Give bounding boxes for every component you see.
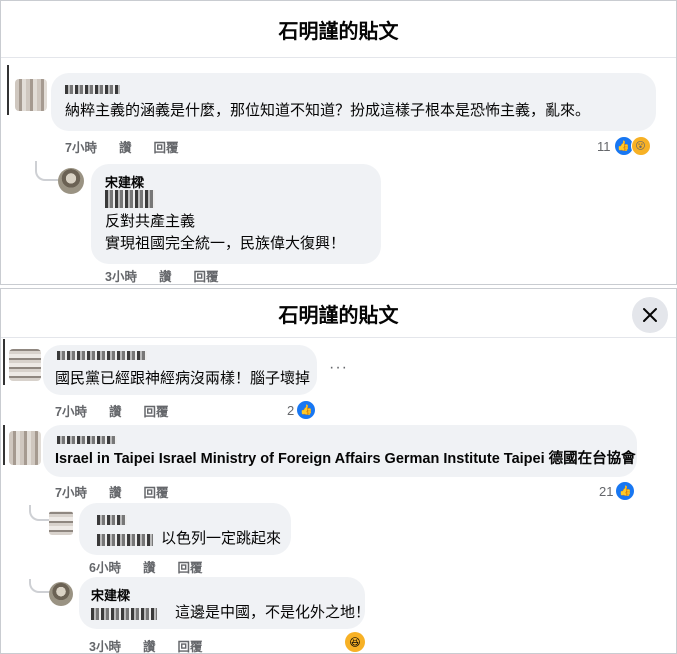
reaction-summary[interactable]: 2 👍 <box>287 400 317 420</box>
comment-bubble: 國民黨已經跟神經病沒兩樣！腦子壞掉 <box>43 345 317 395</box>
commenter-name[interactable]: 宋建樑 <box>105 172 144 191</box>
reaction-count: 11 <box>597 138 611 154</box>
comment-time[interactable]: 7小時 <box>55 401 87 420</box>
reply-text: 這邊是中國，不是化外之地！ <box>175 604 371 621</box>
comment-time[interactable]: 7小時 <box>55 482 87 501</box>
panel-title: 石明謹的貼文 <box>1 1 676 58</box>
reply-bubble: 宋建樑 這邊是中國，不是化外之地！ <box>79 577 370 629</box>
like-button[interactable]: 讚 <box>109 401 122 420</box>
avatar[interactable] <box>49 582 73 606</box>
redacted-name[interactable] <box>97 511 127 529</box>
reply-line-1: 反對共產主義 <box>105 213 196 230</box>
like-button[interactable]: 讚 <box>159 266 172 284</box>
haha-reaction-icon[interactable]: 😆 <box>345 632 365 652</box>
close-button[interactable] <box>632 297 668 333</box>
reply-bubble: 以色列一定跳起來 <box>79 503 291 555</box>
comment-meta: 7小時 讚 回覆 <box>55 401 168 420</box>
reply-meta: 3小時 讚 回覆 <box>105 266 218 284</box>
tagged-pages-text[interactable]: Israel in Taipei Israel Ministry of Fore… <box>55 449 636 469</box>
like-icon: 👍 <box>615 481 636 501</box>
reply-button[interactable]: 回覆 <box>177 557 202 576</box>
avatar[interactable] <box>15 79 47 111</box>
reply-meta: 6小時 讚 回覆 <box>89 557 202 576</box>
like-button[interactable]: 讚 <box>143 636 156 653</box>
reply-button[interactable]: 回覆 <box>143 482 168 501</box>
redacted-name[interactable] <box>65 81 120 99</box>
comment-meta: 7小時 讚 回覆 <box>65 137 178 156</box>
comment-time[interactable]: 3小時 <box>89 636 121 653</box>
reply-button[interactable]: 回覆 <box>153 137 178 156</box>
reply-text: 以色列一定跳起來 <box>161 530 282 547</box>
panel-title: 石明謹的貼文 <box>1 289 676 338</box>
post-panel-bottom: 石明謹的貼文 國民黨已經跟神經病沒兩樣！腦子壞掉 ··· 7小時 讚 回覆 2 … <box>0 288 677 654</box>
redacted-mention[interactable] <box>91 605 157 623</box>
reaction-summary[interactable]: 21 👍 <box>599 481 636 501</box>
reply-meta: 3小時 讚 回覆 <box>89 636 202 653</box>
avatar[interactable] <box>58 168 84 194</box>
comment-meta: 7小時 讚 回覆 <box>55 482 168 501</box>
avatar[interactable] <box>9 431 41 465</box>
reaction-summary[interactable]: 11 👍 😮 <box>597 136 651 156</box>
reply-line-2: 實現祖國完全統一，民族偉大復興！ <box>105 235 346 252</box>
comment-text: 國民黨已經跟神經病沒兩樣！腦子壞掉 <box>55 370 311 387</box>
more-options-icon[interactable]: ··· <box>329 359 348 377</box>
comment-time[interactable]: 7小時 <box>65 137 97 156</box>
reaction-count: 2 <box>287 402 295 418</box>
redacted-mention[interactable] <box>97 531 153 549</box>
reply-bubble: 宋建樑 反對共產主義 實現祖國完全統一，民族偉大復興！ <box>91 164 381 264</box>
cropped-edge <box>3 339 5 385</box>
redacted-name[interactable] <box>57 347 147 365</box>
close-icon <box>643 308 657 322</box>
redacted-text <box>105 190 155 208</box>
comment-text: 納粹主義的涵義是什麼，那位知道不知道？扮成這樣子根本是恐怖主義，亂來。 <box>65 102 591 119</box>
like-icon: 👍 <box>296 400 317 420</box>
thread-line <box>29 579 51 593</box>
comment-bubble: Israel in Taipei Israel Ministry of Fore… <box>43 425 637 477</box>
reaction-count: 21 <box>599 483 614 499</box>
reply-button[interactable]: 回覆 <box>193 266 218 284</box>
like-button[interactable]: 讚 <box>143 557 156 576</box>
thread-line <box>35 161 59 181</box>
avatar[interactable] <box>9 349 41 381</box>
like-button[interactable]: 讚 <box>109 482 122 501</box>
reply-button[interactable]: 回覆 <box>177 636 202 653</box>
post-panel-top: 石明謹的貼文 納粹主義的涵義是什麼，那位知道不知道？扮成這樣子根本是恐怖主義，亂… <box>0 0 677 285</box>
commenter-name[interactable]: 宋建樑 <box>91 585 130 604</box>
comment-time[interactable]: 6小時 <box>89 557 121 576</box>
comment-time[interactable]: 3小時 <box>105 266 137 284</box>
thread-line <box>29 505 51 521</box>
cropped-edge <box>7 65 9 115</box>
cropped-edge <box>3 425 5 465</box>
avatar[interactable] <box>49 511 73 535</box>
reply-button[interactable]: 回覆 <box>143 401 168 420</box>
like-button[interactable]: 讚 <box>119 137 132 156</box>
wow-icon: 😮 <box>630 136 651 156</box>
comment-bubble: 納粹主義的涵義是什麼，那位知道不知道？扮成這樣子根本是恐怖主義，亂來。 <box>51 73 656 131</box>
redacted-name[interactable] <box>57 431 117 449</box>
